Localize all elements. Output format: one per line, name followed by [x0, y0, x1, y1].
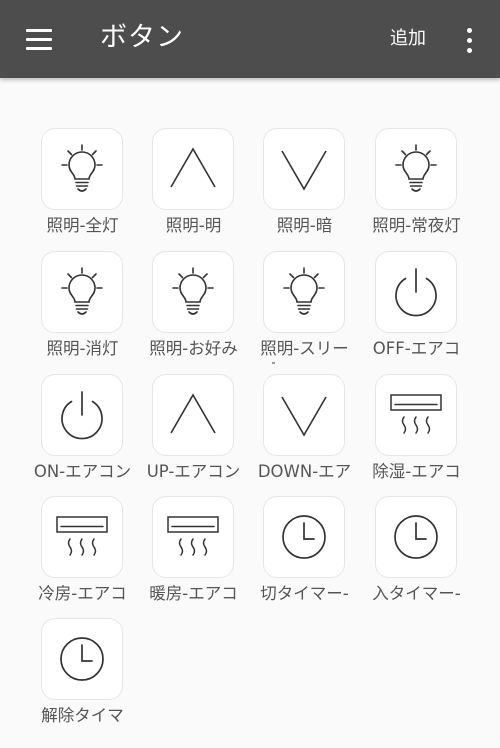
remote-button[interactable]: 解除タイマ: [27, 618, 138, 738]
button-icon-box[interactable]: [41, 496, 123, 578]
remote-button[interactable]: 照明-消灯: [27, 251, 138, 371]
button-label: 切タイマー-: [260, 584, 349, 603]
remote-button[interactable]: 照明-明: [138, 128, 249, 248]
remote-button[interactable]: UP-エアコン: [138, 374, 249, 494]
button-icon-box[interactable]: [375, 496, 457, 578]
button-icon-box[interactable]: [263, 128, 345, 210]
button-icon-box[interactable]: [152, 496, 234, 578]
remote-button[interactable]: 冷房-エアコ: [27, 496, 138, 616]
button-label: 解除タイマ: [41, 706, 124, 725]
button-label: 除湿-エアコ: [372, 462, 461, 481]
button-label: 暖房-エアコ: [149, 584, 238, 603]
button-label: 入タイマー-: [372, 584, 461, 603]
remote-button[interactable]: OFF-エアコ: [361, 251, 472, 371]
page-title: ボタン: [100, 22, 184, 53]
button-icon-box[interactable]: [152, 374, 234, 456]
button-label: 照明-明: [165, 216, 222, 235]
more-vertical-icon[interactable]: [454, 20, 484, 60]
button-icon-box[interactable]: [375, 251, 457, 333]
label-overflow-mark: [272, 362, 275, 364]
app-bar: ボタン 追加: [0, 0, 500, 78]
remote-button[interactable]: DOWN-エア: [249, 374, 360, 494]
button-grid: 照明-全灯 照明-明 照明-暗 照明-常夜灯照明-消灯 照明-お好み 照明-スリー OFF-…: [0, 78, 500, 748]
button-icon-box[interactable]: [263, 374, 345, 456]
button-icon-box[interactable]: [263, 496, 345, 578]
button-icon-box[interactable]: [41, 128, 123, 210]
button-icon-box[interactable]: [263, 251, 345, 333]
button-label: 照明-全灯: [46, 216, 119, 235]
remote-button[interactable]: 照明-お好み: [138, 251, 249, 371]
button-label: 照明-暗: [276, 216, 333, 235]
button-icon-box[interactable]: [152, 128, 234, 210]
button-label: DOWN-エア: [257, 462, 352, 481]
button-icon-box[interactable]: [41, 618, 123, 700]
button-label: 照明-スリー: [260, 339, 349, 358]
button-icon-box[interactable]: [375, 374, 457, 456]
remote-button[interactable]: 暖房-エアコ: [138, 496, 249, 616]
button-icon-box[interactable]: [41, 251, 123, 333]
remote-button[interactable]: 切タイマー-: [249, 496, 360, 616]
button-label: 照明-常夜灯: [372, 216, 461, 235]
hamburger-menu-icon[interactable]: [18, 20, 58, 60]
button-label: UP-エアコン: [146, 462, 241, 481]
remote-button[interactable]: ON-エアコン: [27, 374, 138, 494]
button-label: 照明-消灯: [46, 339, 119, 358]
button-icon-box[interactable]: [152, 251, 234, 333]
remote-button[interactable]: 照明-常夜灯: [361, 128, 472, 248]
button-label: 照明-お好み: [149, 339, 238, 358]
add-button[interactable]: 追加: [384, 24, 432, 54]
button-icon-box[interactable]: [41, 374, 123, 456]
remote-button[interactable]: 入タイマー-: [361, 496, 472, 616]
remote-button[interactable]: 照明-スリー: [249, 251, 360, 371]
remote-button[interactable]: 照明-暗: [249, 128, 360, 248]
button-label: 冷房-エアコ: [38, 584, 127, 603]
button-label: ON-エアコン: [33, 462, 132, 481]
remote-button[interactable]: 除湿-エアコ: [361, 374, 472, 494]
button-label: OFF-エアコ: [372, 339, 461, 358]
remote-button[interactable]: 照明-全灯: [27, 128, 138, 248]
button-icon-box[interactable]: [375, 128, 457, 210]
